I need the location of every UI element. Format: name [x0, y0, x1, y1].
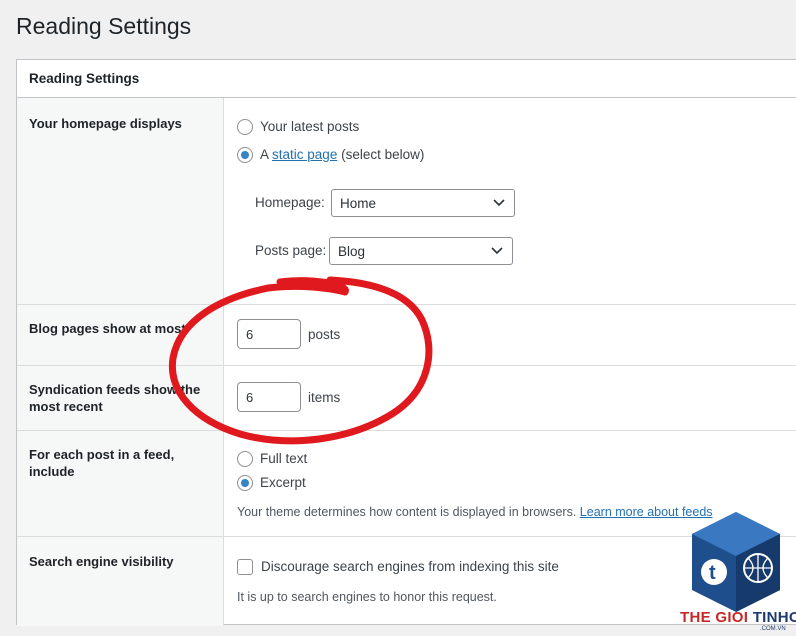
blog-pages-unit: posts [308, 327, 341, 342]
panel-header: Reading Settings [17, 60, 796, 98]
latest-posts-radio[interactable] [237, 119, 253, 135]
svg-text:t: t [709, 562, 716, 584]
feed-content-label: For each post in a feed, include [29, 447, 175, 479]
static-page-radio[interactable] [237, 147, 253, 163]
excerpt-radio[interactable] [237, 475, 253, 491]
latest-posts-label: Your latest posts [260, 119, 360, 134]
watermark-text-red: THE GIOI [680, 609, 753, 626]
row-label-cell: Your homepage displays [17, 98, 224, 304]
homepage-select-value: Home [340, 196, 377, 211]
blog-pages-label: Blog pages show at most [29, 321, 186, 336]
row-label-cell: Blog pages show at most [17, 305, 224, 365]
panel-header-title: Reading Settings [29, 71, 140, 86]
search-visibility-label: Search engine visibility [29, 554, 174, 569]
homepage-select-label: Homepage: [255, 195, 325, 210]
syndication-value: 6 [246, 390, 254, 405]
homepage-displays-label: Your homepage displays [29, 116, 182, 131]
watermark-domain: .COM.VN [760, 626, 786, 632]
row-label-cell: Syndication feeds show the most recent [17, 366, 224, 430]
chevron-down-icon [491, 247, 503, 255]
search-visibility-description: It is up to search engines to honor this… [237, 590, 497, 604]
syndication-row: Syndication feeds show the most recent 6… [17, 366, 796, 431]
static-page-label: A static page (select below) [260, 147, 424, 162]
syndication-label: Syndication feeds show the most recent [29, 382, 201, 414]
row-label-cell: For each post in a feed, include [17, 431, 224, 536]
homepage-select[interactable]: Home [331, 189, 515, 217]
syndication-unit: items [308, 390, 341, 405]
posts-page-select-value: Blog [338, 244, 366, 259]
syndication-input[interactable]: 6 [237, 382, 301, 412]
watermark-text-dark: TINHOC [752, 609, 796, 626]
posts-page-select[interactable]: Blog [329, 237, 513, 265]
full-text-label: Full text [260, 451, 308, 466]
blog-pages-value: 6 [246, 327, 254, 342]
discourage-search-checkbox[interactable] [237, 559, 253, 575]
watermark-text: THE GIOI TINHOC [680, 609, 796, 626]
static-page-prefix: A [260, 147, 269, 162]
full-text-radio[interactable] [237, 451, 253, 467]
feed-description-text: Your theme determines how content is dis… [237, 505, 577, 519]
static-page-suffix: (select below) [341, 147, 425, 162]
row-label-cell: Search engine visibility [17, 537, 224, 626]
posts-page-select-label: Posts page: [255, 243, 327, 258]
chevron-down-icon [493, 199, 505, 207]
page-title: Reading Settings [16, 13, 192, 39]
feed-description: Your theme determines how content is dis… [237, 505, 713, 519]
discourage-search-label: Discourage search engines from indexing … [261, 559, 559, 574]
blog-pages-row: Blog pages show at most 6 posts [17, 305, 796, 366]
blog-pages-input[interactable]: 6 [237, 319, 301, 349]
static-page-link[interactable]: static page [272, 147, 337, 162]
homepage-displays-row: Your homepage displays Your latest posts… [17, 98, 796, 305]
excerpt-label: Excerpt [260, 475, 306, 490]
